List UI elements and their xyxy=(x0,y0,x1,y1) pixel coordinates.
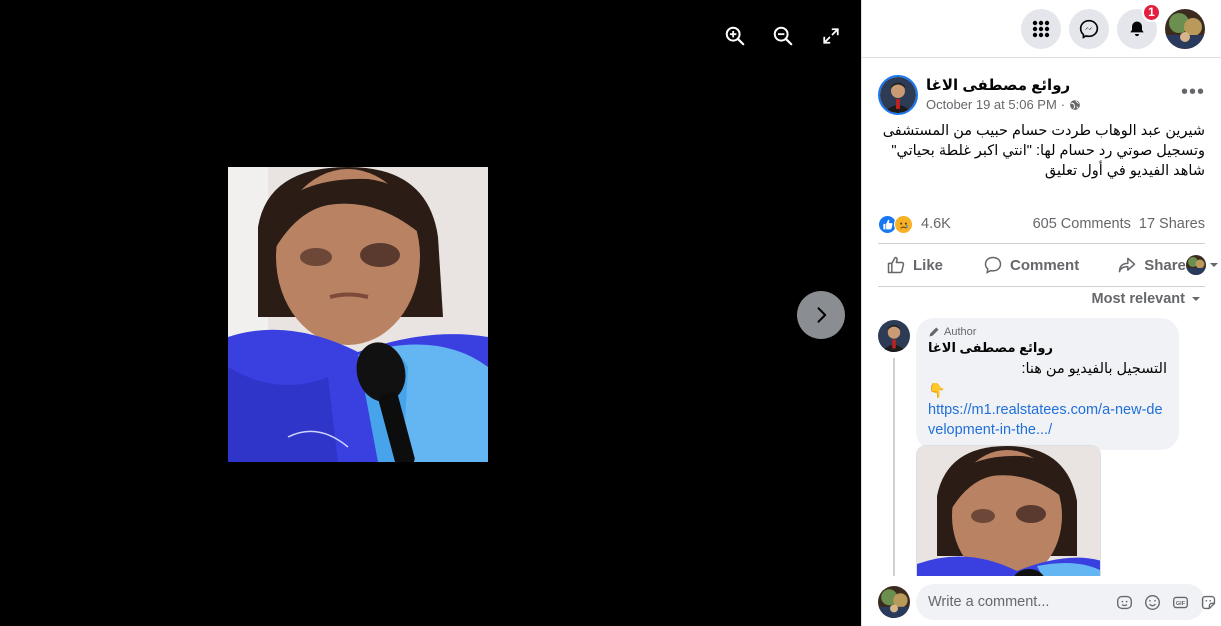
caret-down-icon xyxy=(1209,263,1218,267)
top-navigation: 1 xyxy=(862,0,1221,58)
author-avatar[interactable] xyxy=(878,75,918,115)
thumbs-up-icon xyxy=(887,256,905,274)
messenger-icon xyxy=(1079,19,1099,39)
globe-icon xyxy=(1070,99,1081,110)
react-as-selector[interactable] xyxy=(1185,255,1219,275)
post-text: شيرين عبد الوهاب طردت حسام حبيب من المست… xyxy=(878,121,1205,181)
post-panel: 1 روائع مصطفى الاغا October 19 at 5:06 P… xyxy=(861,0,1221,626)
pointing-down-emoji: 👇 xyxy=(928,382,946,398)
thread-line xyxy=(893,358,895,576)
post-meta: October 19 at 5:06 PM · xyxy=(926,97,1081,112)
meta-separator: · xyxy=(1060,97,1066,112)
comment-sort-dropdown[interactable]: Most relevant xyxy=(1092,291,1201,307)
reaction-count[interactable]: 4.6K xyxy=(921,216,951,232)
viewer-toolbar xyxy=(721,22,845,50)
caret-down-icon xyxy=(1192,297,1200,301)
share-icon xyxy=(1118,257,1136,273)
post-header: روائع مصطفى الاغا October 19 at 5:06 PM … xyxy=(878,73,1205,117)
svg-text:GIF: GIF xyxy=(1175,601,1185,607)
avatar xyxy=(878,586,910,618)
comment-button[interactable]: Comment xyxy=(983,255,1079,275)
divider xyxy=(878,243,1205,244)
post-text-line: شاهد الفيديو في أول تعليق xyxy=(1044,163,1205,179)
commenter-avatar[interactable] xyxy=(878,320,910,352)
bell-icon xyxy=(1130,21,1144,36)
comment-label: Comment xyxy=(1010,256,1080,274)
sticker-icon[interactable] xyxy=(1199,593,1217,611)
comment-composer: GIF xyxy=(878,584,1215,620)
composer-tools: GIF xyxy=(1115,593,1221,611)
share-label: Share xyxy=(1144,256,1186,274)
account-avatar[interactable] xyxy=(1165,8,1205,49)
messenger-button[interactable] xyxy=(1069,8,1109,49)
shares-count[interactable]: 17 Shares xyxy=(1139,216,1205,232)
comment-text: التسجيل بالفيديو من هنا: xyxy=(1021,361,1167,377)
menu-button[interactable] xyxy=(1021,8,1061,49)
post-text-line: شيرين عبد الوهاب طردت حسام حبيب من المست… xyxy=(882,123,1205,139)
comment-image[interactable] xyxy=(916,445,1101,576)
comments-list: Author روائع مصطفى الاغا التسجيل بالفيدي… xyxy=(862,318,1221,576)
pencil-icon xyxy=(929,327,939,337)
grid-menu-icon xyxy=(1032,20,1050,37)
post-date[interactable]: October 19 at 5:06 PM xyxy=(926,97,1057,112)
like-button[interactable]: Like xyxy=(886,255,943,275)
comment-input-box: GIF xyxy=(916,584,1215,620)
notifications-button[interactable]: 1 xyxy=(1117,2,1161,49)
like-label: Like xyxy=(913,256,944,274)
post-photo xyxy=(228,167,488,462)
photo-viewer xyxy=(0,0,861,626)
author-tag: Author xyxy=(928,326,1167,338)
divider xyxy=(878,286,1205,287)
post-stats: 605 Comments 17 Shares xyxy=(1033,216,1205,232)
comment-author-name[interactable]: روائع مصطفى الاغا xyxy=(928,340,1167,356)
comment-link[interactable]: https://m1.realstatees.com/a-new-develop… xyxy=(928,400,1167,440)
next-photo-button[interactable] xyxy=(797,291,845,339)
author-tag-label: Author xyxy=(944,326,977,338)
gif-icon[interactable]: GIF xyxy=(1171,593,1189,611)
comment-icon xyxy=(984,256,1002,274)
fullscreen-icon[interactable] xyxy=(817,22,845,50)
emoji-icon[interactable] xyxy=(1143,593,1161,611)
sad-reaction-icon xyxy=(894,214,913,234)
chevron-right-icon xyxy=(817,307,827,323)
post-author-name[interactable]: روائع مصطفى الاغا xyxy=(926,76,1070,94)
post-actions: Like Comment Share xyxy=(878,246,1218,284)
comment-input[interactable] xyxy=(928,594,1115,610)
comments-count[interactable]: 605 Comments xyxy=(1033,216,1131,232)
notification-badge: 1 xyxy=(1142,2,1161,22)
zoom-in-icon[interactable] xyxy=(721,22,749,50)
sort-label: Most relevant xyxy=(1091,291,1185,307)
post-options-button[interactable]: ••• xyxy=(1181,81,1205,104)
comment-bubble: Author روائع مصطفى الاغا التسجيل بالفيدي… xyxy=(916,318,1179,450)
avatar-sticker-icon[interactable] xyxy=(1115,593,1133,611)
avatar xyxy=(1185,255,1206,275)
reaction-icons[interactable] xyxy=(878,214,913,234)
zoom-out-icon[interactable] xyxy=(769,22,797,50)
share-button[interactable]: Share xyxy=(1117,255,1186,275)
reactions-bar: 4.6K 605 Comments 17 Shares xyxy=(878,212,1205,236)
post-text-line: وتسجيل صوتي رد حسام لها: "انتي اكبر غلطة… xyxy=(891,143,1205,159)
